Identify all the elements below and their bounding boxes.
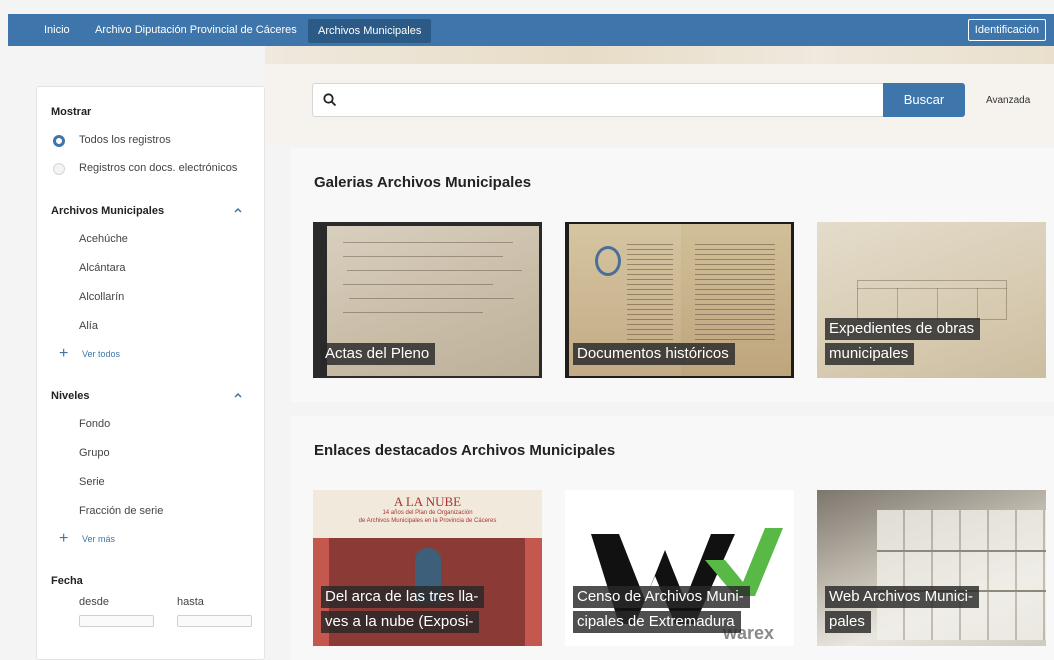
top-navbar: Inicio Archivo Diputación Provincial de … [8,14,1054,46]
archive-item[interactable]: Acehúche [79,233,128,245]
search-icon [323,93,337,107]
date-filter-title: Fecha [51,575,83,587]
card-caption: Expedientes de obras [825,318,981,340]
radio-electronic-docs-label[interactable]: Registros con docs. electrónicos [79,162,237,174]
see-all-archives-link[interactable]: Ver todos [82,349,120,359]
level-item[interactable]: Fracción de serie [79,505,163,517]
links-title: Enlaces destacados Archivos Municipales [314,442,616,459]
show-filter-title: Mostrar [51,106,92,118]
plus-icon[interactable]: + [59,531,68,547]
advanced-search-link[interactable]: Avanzada [986,95,1030,106]
link-card-web[interactable]: Web Archivos Munici- pales [817,490,1046,646]
poster-subtitle: de Archivos Municipales en la Provincia … [358,518,497,524]
poster-title: A LA NUBE [393,494,462,509]
chevron-up-icon[interactable] [233,205,243,215]
filter-sidebar: Mostrar Todos los registros Registros co… [36,86,265,660]
date-from-input[interactable] [79,615,154,627]
radio-all-records[interactable] [53,135,65,147]
level-item[interactable]: Fondo [79,418,110,430]
card-caption: cipales de Extremadura [573,611,741,633]
nav-archivos-municipales-link[interactable]: Archivos Municipales [308,19,432,43]
card-caption: Actas del Pleno [321,343,436,365]
search-input[interactable] [312,83,884,117]
card-caption: Censo de Archivos Muni- [573,586,750,608]
galleries-title: Galerias Archivos Municipales [314,174,532,191]
gallery-card-actas[interactable]: Actas del Pleno [313,222,542,378]
levels-filter-title[interactable]: Niveles [51,390,90,402]
date-to-label: hasta [177,596,204,608]
card-caption: pales [825,611,871,633]
link-card-censo[interactable]: warex Censo de Archivos Muni- cipales de… [565,490,794,646]
date-from-label: desde [79,596,109,608]
gallery-card-documentos[interactable]: Documentos históricos [565,222,794,378]
nav-home-link[interactable]: Inicio [44,14,70,46]
card-caption: ves a la nube (Exposi- [321,611,480,633]
card-caption: municipales [825,343,915,365]
archive-item[interactable]: Alía [79,320,98,332]
link-card-exposicion[interactable]: A LA NUBE 14 años del Plan de Organizaci… [313,490,542,646]
level-item[interactable]: Serie [79,476,105,488]
see-more-levels-link[interactable]: Ver más [82,534,115,544]
radio-all-records-label[interactable]: Todos los registros [79,134,171,146]
archives-filter-title[interactable]: Archivos Municipales [51,205,164,217]
poster-subtitle: 14 años del Plan de Organización [382,510,473,516]
links-section: Enlaces destacados Archivos Municipales … [291,416,1054,660]
search-button[interactable]: Buscar [883,83,965,117]
galleries-section: Galerias Archivos Municipales Actas del … [291,148,1054,402]
nav-diputacion-link[interactable]: Archivo Diputación Provincial de Cáceres [95,14,297,46]
radio-electronic-docs[interactable] [53,163,65,175]
chevron-up-icon[interactable] [233,390,243,400]
card-caption: Del arca de las tres lla- [321,586,485,608]
archive-item[interactable]: Alcollarín [79,291,124,303]
archive-item[interactable]: Alcántara [79,262,125,274]
level-item[interactable]: Grupo [79,447,110,459]
login-button[interactable]: Identificación [967,19,1046,41]
plus-icon[interactable]: + [59,346,68,362]
date-to-input[interactable] [177,615,252,627]
card-caption: Documentos históricos [573,343,735,365]
gallery-card-expedientes[interactable]: Expedientes de obras municipales [817,222,1046,378]
card-caption: Web Archivos Munici- [825,586,979,608]
